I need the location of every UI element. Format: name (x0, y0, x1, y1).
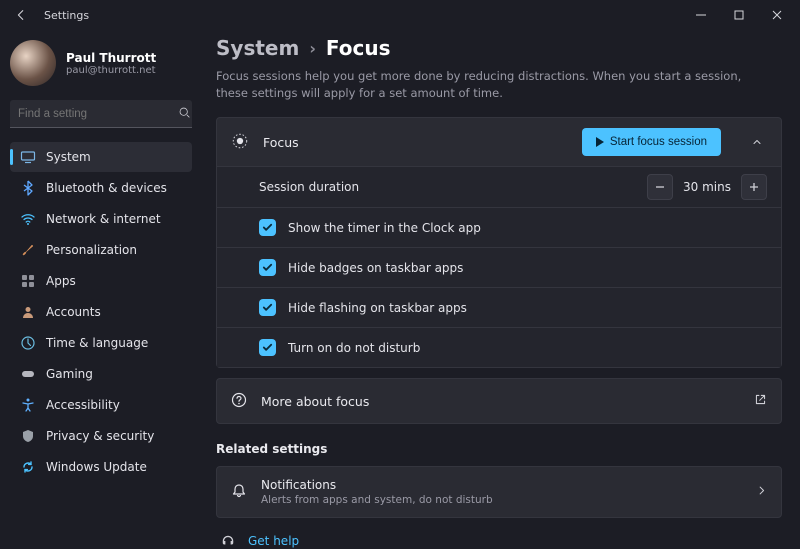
person-icon (20, 304, 36, 320)
minimize-button[interactable] (682, 0, 720, 30)
breadcrumb-parent[interactable]: System (216, 36, 299, 60)
chevron-right-icon: › (309, 39, 316, 58)
page-description: Focus sessions help you get more done by… (216, 68, 776, 101)
duration-increase-button[interactable] (741, 174, 767, 200)
session-duration-row: Session duration 30 mins (217, 167, 781, 207)
notifications-card[interactable]: Notifications Alerts from apps and syste… (216, 466, 782, 518)
chevron-right-icon (756, 485, 767, 499)
checkbox-show-timer[interactable] (259, 219, 276, 236)
help-icon (220, 534, 236, 548)
window-title: Settings (44, 9, 89, 22)
footer-links: Get help Give feedback (216, 534, 782, 549)
profile-block[interactable]: Paul Thurrott paul@thurrott.net (10, 36, 192, 100)
breadcrumb: System › Focus (216, 36, 782, 60)
nav-label: Windows Update (46, 460, 147, 474)
checkbox-hide-badges[interactable] (259, 259, 276, 276)
option-label: Hide flashing on taskbar apps (288, 301, 467, 315)
nav-accounts[interactable]: Accounts (10, 297, 192, 327)
focus-subpanel: Session duration 30 mins Show the timer … (217, 166, 781, 367)
search-icon (178, 106, 191, 122)
option-show-timer: Show the timer in the Clock app (217, 207, 781, 247)
brush-icon (20, 242, 36, 258)
option-label: Hide badges on taskbar apps (288, 261, 463, 275)
option-label: Turn on do not disturb (288, 341, 420, 355)
option-label: Show the timer in the Clock app (288, 221, 481, 235)
nav-network[interactable]: Network & internet (10, 204, 192, 234)
session-duration-label: Session duration (259, 180, 647, 194)
search-input[interactable] (18, 108, 172, 120)
start-focus-button[interactable]: Start focus session (582, 128, 721, 156)
user-email: paul@thurrott.net (66, 65, 156, 76)
nav-label: Gaming (46, 367, 93, 381)
session-duration-value: 30 mins (673, 180, 741, 194)
breadcrumb-current: Focus (326, 36, 391, 60)
maximize-button[interactable] (720, 0, 758, 30)
checkbox-hide-flashing[interactable] (259, 299, 276, 316)
start-focus-label: Start focus session (610, 136, 707, 148)
more-about-focus-label: More about focus (261, 394, 740, 409)
system-icon (20, 149, 36, 165)
focus-ring-icon (231, 132, 249, 153)
nav-privacy[interactable]: Privacy & security (10, 421, 192, 451)
focus-header: Focus Start focus session (217, 118, 781, 166)
option-hide-badges: Hide badges on taskbar apps (217, 247, 781, 287)
focus-label: Focus (263, 135, 568, 150)
focus-card: Focus Start focus session Session durati… (216, 117, 782, 368)
more-about-focus[interactable]: More about focus (216, 378, 782, 424)
notifications-subtitle: Alerts from apps and system, do not dist… (261, 494, 742, 506)
option-hide-flashing: Hide flashing on taskbar apps (217, 287, 781, 327)
clock-globe-icon (20, 335, 36, 351)
nav-label: Personalization (46, 243, 137, 257)
open-external-icon (754, 393, 767, 409)
option-dnd: Turn on do not disturb (217, 327, 781, 367)
nav-apps[interactable]: Apps (10, 266, 192, 296)
apps-icon (20, 273, 36, 289)
nav-accessibility[interactable]: Accessibility (10, 390, 192, 420)
avatar (10, 40, 56, 86)
related-heading: Related settings (216, 442, 782, 456)
notifications-title: Notifications (261, 478, 742, 492)
checkbox-dnd[interactable] (259, 339, 276, 356)
nav-label: System (46, 150, 91, 164)
accessibility-icon (20, 397, 36, 413)
nav-label: Time & language (46, 336, 148, 350)
play-icon (596, 137, 604, 147)
nav-label: Bluetooth & devices (46, 181, 167, 195)
nav-time-language[interactable]: Time & language (10, 328, 192, 358)
nav-label: Accounts (46, 305, 101, 319)
get-help-label: Get help (248, 534, 299, 548)
back-button[interactable] (12, 8, 30, 22)
bluetooth-icon (20, 180, 36, 196)
help-circle-icon (231, 392, 247, 411)
nav-personalization[interactable]: Personalization (10, 235, 192, 265)
nav-label: Network & internet (46, 212, 161, 226)
update-icon (20, 459, 36, 475)
search-box[interactable] (10, 100, 192, 128)
shield-icon (20, 428, 36, 444)
nav-system[interactable]: System (10, 142, 192, 172)
duration-decrease-button[interactable] (647, 174, 673, 200)
nav: System Bluetooth & devices Network & int… (10, 142, 192, 482)
nav-bluetooth[interactable]: Bluetooth & devices (10, 173, 192, 203)
gamepad-icon (20, 366, 36, 382)
sidebar: Paul Thurrott paul@thurrott.net System B… (0, 30, 200, 549)
title-bar: Settings (0, 0, 800, 30)
nav-windows-update[interactable]: Windows Update (10, 452, 192, 482)
close-button[interactable] (758, 0, 796, 30)
nav-label: Privacy & security (46, 429, 154, 443)
content: System › Focus Focus sessions help you g… (200, 30, 800, 549)
get-help-link[interactable]: Get help (220, 534, 782, 548)
bell-icon (231, 483, 247, 502)
nav-label: Apps (46, 274, 76, 288)
nav-label: Accessibility (46, 398, 120, 412)
wifi-icon (20, 211, 36, 227)
collapse-button[interactable] (743, 128, 771, 156)
nav-gaming[interactable]: Gaming (10, 359, 192, 389)
user-name: Paul Thurrott (66, 51, 156, 65)
